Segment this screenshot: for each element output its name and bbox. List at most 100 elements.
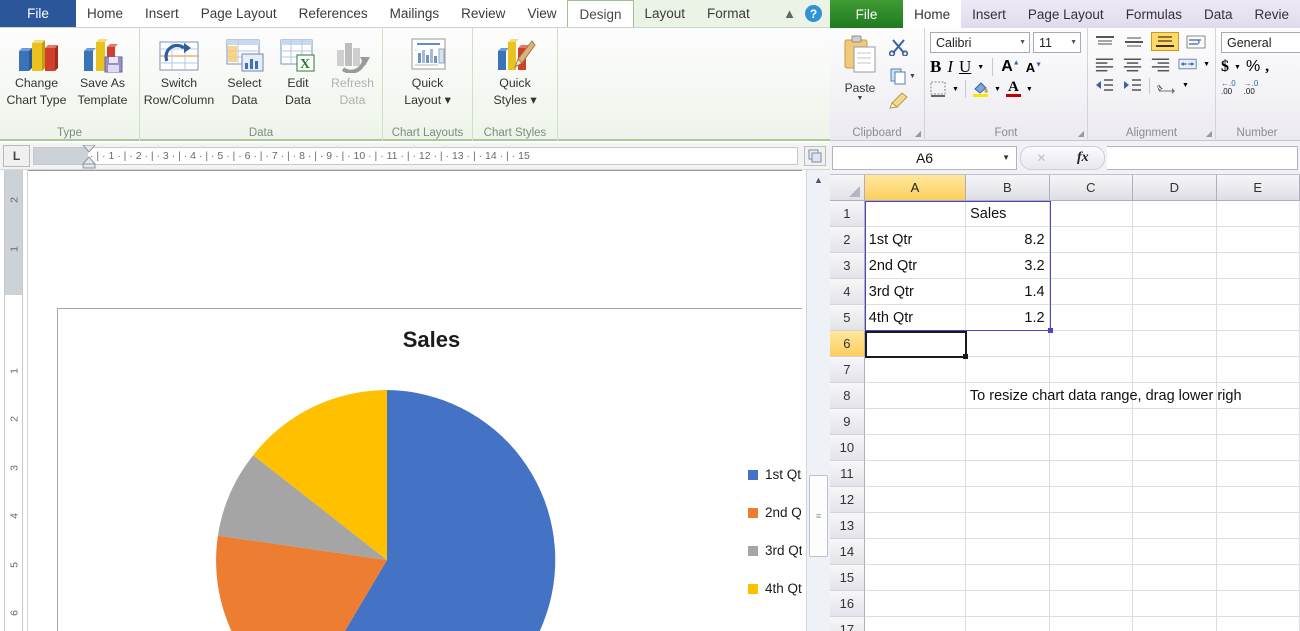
borders-icon[interactable] — [930, 81, 947, 97]
legend-item-1st-qtr[interactable]: 1st Qtr — [748, 467, 802, 482]
currency-icon[interactable]: $ — [1221, 58, 1229, 76]
column-header-d[interactable]: D — [1133, 175, 1216, 201]
font-dialog-launcher-icon[interactable]: ◢ — [1078, 129, 1084, 138]
cancel-formula-icon[interactable]: ✕ — [1036, 151, 1046, 165]
cell-C12[interactable] — [1050, 487, 1133, 513]
cell-A6[interactable] — [865, 331, 966, 357]
cell-D7[interactable] — [1133, 357, 1216, 383]
merge-caret-icon[interactable]: ▼ — [1203, 61, 1210, 68]
cell-D15[interactable] — [1133, 565, 1216, 591]
orientation-caret-icon[interactable]: ▼ — [1182, 82, 1189, 89]
cell-E11[interactable] — [1217, 461, 1300, 487]
word-vertical-scrollbar[interactable]: ▲ ≡ — [806, 170, 830, 631]
word-tab-file[interactable]: File — [0, 0, 76, 27]
cell-D1[interactable] — [1133, 201, 1216, 227]
cell-B4[interactable]: 1.4 — [966, 279, 1049, 305]
cell-E13[interactable] — [1217, 513, 1300, 539]
row-header-14[interactable]: 14 — [830, 539, 865, 565]
decrease-indent-icon[interactable] — [1093, 77, 1115, 94]
scrollbar-thumb[interactable]: ≡ — [809, 475, 828, 557]
row-header-12[interactable]: 12 — [830, 487, 865, 513]
align-left-icon[interactable] — [1093, 55, 1116, 73]
font-name-caret-icon[interactable]: ▼ — [1014, 39, 1026, 46]
word-tab-insert[interactable]: Insert — [134, 0, 190, 27]
cell-A8[interactable] — [865, 383, 966, 409]
currency-caret-icon[interactable]: ▼ — [1234, 64, 1241, 71]
align-middle-icon[interactable] — [1122, 33, 1146, 51]
cell-D4[interactable] — [1133, 279, 1216, 305]
cell-D13[interactable] — [1133, 513, 1216, 539]
cell-A1[interactable] — [865, 201, 966, 227]
clipboard-dialog-launcher-icon[interactable]: ◢ — [915, 129, 921, 138]
excel-tab-home[interactable]: Home — [903, 0, 961, 28]
cell-E7[interactable] — [1217, 357, 1300, 383]
cell-C13[interactable] — [1050, 513, 1133, 539]
font-name-combo[interactable]: Calibri ▼ — [930, 32, 1030, 53]
horizontal-ruler[interactable]: L · | · 1 · | · 2 · | · 3 · | · 4 · | · … — [0, 143, 830, 170]
cell-B1[interactable]: Sales — [966, 201, 1049, 227]
cell-A11[interactable] — [865, 461, 966, 487]
cell-C16[interactable] — [1050, 591, 1133, 617]
help-icon[interactable]: ? — [805, 5, 822, 22]
row-header-16[interactable]: 16 — [830, 591, 865, 617]
cell-A13[interactable] — [865, 513, 966, 539]
word-tab-layout[interactable]: Layout — [634, 0, 697, 27]
document-canvas[interactable]: Sales — [28, 170, 802, 631]
word-tab-design[interactable]: Design — [567, 0, 633, 27]
cell-B7[interactable] — [966, 357, 1049, 383]
cell-C9[interactable] — [1050, 409, 1133, 435]
cell-A14[interactable] — [865, 539, 966, 565]
cell-C15[interactable] — [1050, 565, 1133, 591]
excel-grid[interactable]: A B C D E 1Sales21st Qtr8.232nd Qtr3.243… — [830, 175, 1300, 631]
row-header-15[interactable]: 15 — [830, 565, 865, 591]
row-header-11[interactable]: 11 — [830, 461, 865, 487]
cell-B2[interactable]: 8.2 — [966, 227, 1049, 253]
switch-row-column-button[interactable]: Switch Row/Column — [141, 33, 217, 107]
fill-color-caret-icon[interactable]: ▼ — [994, 86, 1001, 93]
excel-tab-formulas[interactable]: Formulas — [1115, 0, 1193, 28]
cell-A16[interactable] — [865, 591, 966, 617]
cell-E9[interactable] — [1217, 409, 1300, 435]
increase-decimal-icon[interactable]: ←.0.00 — [1221, 80, 1236, 96]
cell-A2[interactable]: 1st Qtr — [865, 227, 966, 253]
edit-data-button[interactable]: X Edit Data — [272, 33, 324, 107]
vertical-ruler[interactable]: 2 1 1 2 3 4 5 6 — [0, 170, 28, 631]
cell-A10[interactable] — [865, 435, 966, 461]
paste-dropdown-caret-icon[interactable]: ▼ — [857, 95, 864, 102]
row-header-10[interactable]: 10 — [830, 435, 865, 461]
cell-E16[interactable] — [1217, 591, 1300, 617]
cell-C7[interactable] — [1050, 357, 1133, 383]
font-color-icon[interactable]: A — [1006, 81, 1021, 97]
row-header-4[interactable]: 4 — [830, 279, 865, 305]
align-right-icon[interactable] — [1149, 55, 1172, 73]
orientation-icon[interactable]: a — [1156, 77, 1176, 94]
cell-E15[interactable] — [1217, 565, 1300, 591]
chart-title[interactable]: Sales — [58, 327, 802, 353]
underline-icon[interactable]: U — [959, 57, 971, 77]
word-tab-review[interactable]: Review — [450, 0, 516, 27]
cell-E17[interactable] — [1217, 617, 1300, 631]
cell-C1[interactable] — [1050, 201, 1133, 227]
wrap-text-icon[interactable] — [1184, 33, 1208, 51]
formula-input[interactable] — [1107, 146, 1298, 170]
cell-D6[interactable] — [1133, 331, 1216, 357]
percent-icon[interactable]: % — [1246, 58, 1260, 76]
shrink-font-icon[interactable]: A▼ — [1026, 60, 1042, 75]
cell-C2[interactable] — [1050, 227, 1133, 253]
cell-B14[interactable] — [966, 539, 1049, 565]
cell-B6[interactable] — [966, 331, 1049, 357]
bold-icon[interactable]: B — [930, 57, 941, 77]
cell-D5[interactable] — [1133, 305, 1216, 331]
comma-icon[interactable]: , — [1265, 58, 1269, 76]
borders-caret-icon[interactable]: ▼ — [952, 86, 959, 93]
format-painter-icon[interactable] — [889, 91, 916, 114]
row-header-1[interactable]: 1 — [830, 201, 865, 227]
font-size-caret-icon[interactable]: ▼ — [1065, 39, 1077, 46]
refresh-data-button[interactable]: Refresh Data — [324, 33, 381, 107]
cell-B13[interactable] — [966, 513, 1049, 539]
copy-button[interactable]: ▼ — [889, 67, 916, 85]
font-color-caret-icon[interactable]: ▼ — [1026, 86, 1033, 93]
cell-A7[interactable] — [865, 357, 966, 383]
cell-D17[interactable] — [1133, 617, 1216, 631]
chevron-up-icon[interactable]: ▲ — [783, 6, 796, 21]
